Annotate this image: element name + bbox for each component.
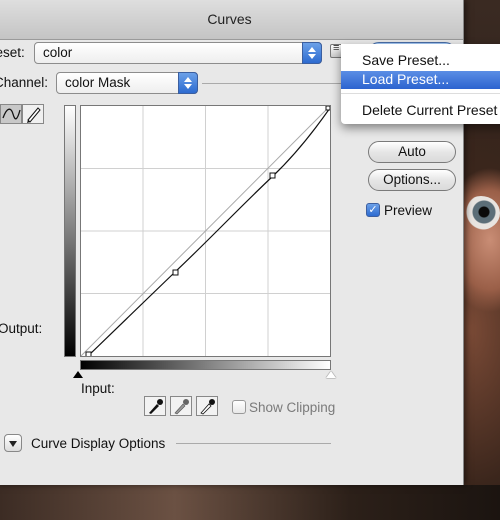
pencil-icon xyxy=(27,107,41,123)
menu-item-load-preset[interactable]: Load Preset... xyxy=(341,71,500,89)
background-strip xyxy=(0,485,500,520)
white-point-slider[interactable] xyxy=(326,371,336,378)
black-point-slider[interactable] xyxy=(73,371,83,378)
preset-label: Preset: xyxy=(0,45,25,60)
preset-options-menu: Save Preset... Load Preset... Delete Cur… xyxy=(341,44,500,124)
options-label: Options... xyxy=(383,172,441,187)
curve-display-options-label: Curve Display Options xyxy=(31,436,166,451)
input-label: Input: xyxy=(81,381,115,396)
dialog-titlebar[interactable]: Curves xyxy=(0,0,463,40)
curve-point xyxy=(269,172,276,179)
output-gradient-bar xyxy=(64,105,76,357)
preview-checkbox[interactable]: ✓ xyxy=(366,203,380,217)
curve-wave-icon xyxy=(2,108,21,120)
curve-point xyxy=(85,351,92,358)
options-button[interactable]: Options... xyxy=(368,169,456,191)
curve-point-tool[interactable] xyxy=(0,104,22,124)
preset-stepper-icon xyxy=(302,42,322,64)
options-divider xyxy=(176,443,331,444)
dialog-title: Curves xyxy=(207,11,252,27)
show-clipping-checkbox[interactable] xyxy=(232,400,246,414)
menu-item-label: Load Preset... xyxy=(362,71,450,87)
background-eye xyxy=(462,196,500,230)
channel-stepper-icon xyxy=(178,72,198,94)
disclosure-triangle-icon[interactable] xyxy=(4,434,22,452)
auto-label: Auto xyxy=(398,144,426,159)
auto-button[interactable]: Auto xyxy=(368,141,456,163)
white-eyedropper-button[interactable] xyxy=(196,396,218,416)
curve-point xyxy=(172,269,179,276)
black-eyedropper-button[interactable] xyxy=(144,396,166,416)
curve-svg[interactable] xyxy=(80,105,331,358)
channel-select[interactable]: color Mask xyxy=(56,72,198,94)
pencil-tool[interactable] xyxy=(22,104,44,124)
menu-item-delete-preset[interactable]: Delete Current Preset xyxy=(341,102,500,120)
gray-eyedropper-icon xyxy=(174,399,189,415)
menu-item-save-preset[interactable]: Save Preset... xyxy=(341,52,500,70)
preset-select[interactable]: color xyxy=(34,42,322,64)
preset-value: color xyxy=(43,45,73,60)
black-eyedropper-icon xyxy=(149,399,163,414)
menu-item-label: Delete Current Preset xyxy=(362,102,498,118)
gray-eyedropper-button[interactable] xyxy=(170,396,192,416)
menu-item-label: Save Preset... xyxy=(362,52,450,68)
show-clipping-label: Show Clipping xyxy=(249,400,336,415)
preview-label: Preview xyxy=(384,203,433,218)
input-gradient-bar xyxy=(80,360,331,370)
menu-separator xyxy=(341,93,500,94)
white-eyedropper-icon xyxy=(200,399,215,415)
channel-label: Channel: xyxy=(0,75,49,90)
channel-value: color Mask xyxy=(65,75,131,90)
output-label: Output: xyxy=(0,321,43,336)
curve-line xyxy=(87,107,331,357)
curve-graph[interactable] xyxy=(80,105,331,358)
channel-divider xyxy=(202,83,352,84)
curve-point xyxy=(325,105,331,111)
